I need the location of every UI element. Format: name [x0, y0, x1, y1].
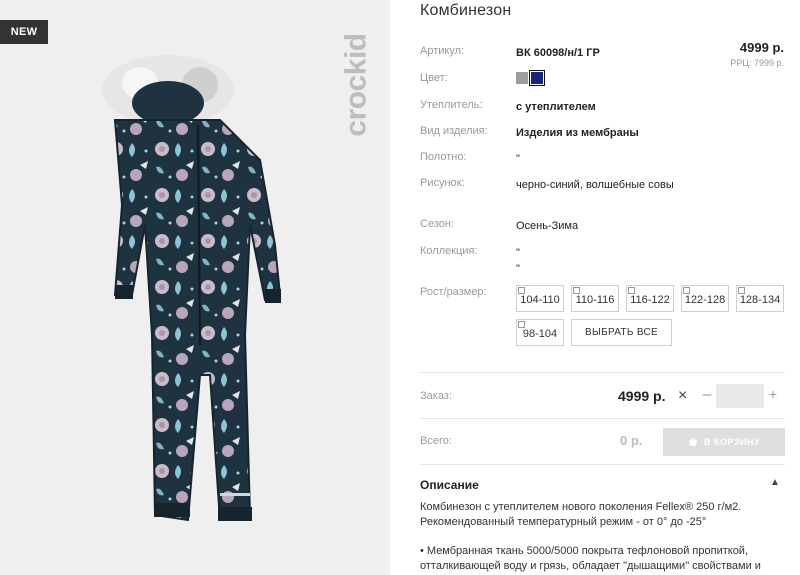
total-row: Всего: 0 р. В КОРЗИНУ: [420, 428, 790, 458]
jumpsuit-image: [102, 55, 282, 522]
divider: [420, 464, 785, 465]
decrease-quantity-button[interactable]: –: [700, 386, 714, 404]
description-bullet: • Мембранная ткань 5000/5000 покрыта теф…: [420, 545, 761, 572]
description-text: Комбинезон с утеплителем нового поколени…: [420, 501, 742, 528]
size-option[interactable]: 128-134: [736, 285, 784, 312]
color-swatch-gray[interactable]: [516, 72, 528, 84]
increase-quantity-button[interactable]: +: [766, 386, 780, 402]
select-all-button[interactable]: ВЫБРАТЬ ВСЕ: [571, 319, 672, 346]
product-title: Комбинезон: [420, 2, 512, 19]
size-option[interactable]: 110-116: [571, 285, 619, 312]
add-to-cart-button[interactable]: В КОРЗИНУ: [663, 428, 785, 456]
order-row: Заказ: 4999 р. × – +: [420, 380, 790, 410]
times-icon: ×: [678, 387, 688, 404]
order-price: 4999 р.: [618, 388, 666, 404]
new-badge: NEW: [0, 20, 48, 44]
product-photo[interactable]: NEW crockid: [0, 0, 390, 575]
product-price: 4999 р.: [739, 40, 784, 55]
size-option[interactable]: 104-110: [516, 285, 564, 312]
size-checkbox-icon: [518, 321, 525, 328]
description-heading[interactable]: Описание: [420, 478, 479, 492]
quantity-input[interactable]: [716, 384, 764, 408]
size-checkbox-icon: [518, 287, 525, 294]
divider: [420, 418, 785, 419]
size-checkbox-icon: [573, 287, 580, 294]
size-option[interactable]: 98-104: [516, 319, 564, 346]
rrp-price: РРЦ: 7999 р.: [730, 58, 784, 68]
size-checkbox-icon: [628, 287, 635, 294]
size-option[interactable]: 116-122: [626, 285, 674, 312]
basket-icon: [688, 438, 697, 446]
size-checkbox-icon: [738, 287, 745, 294]
color-swatch-navy[interactable]: [529, 70, 545, 86]
spec-color: Цвет:: [420, 70, 790, 86]
product-details: Комбинезон 4999 р. РРЦ: 7999 р. Артикул:…: [420, 0, 800, 575]
divider: [420, 372, 785, 373]
size-checkbox-icon: [683, 287, 690, 294]
total-value: 0 р.: [620, 433, 643, 448]
size-option[interactable]: 122-128: [681, 285, 729, 312]
collapse-arrow-icon[interactable]: ▲: [770, 477, 780, 488]
